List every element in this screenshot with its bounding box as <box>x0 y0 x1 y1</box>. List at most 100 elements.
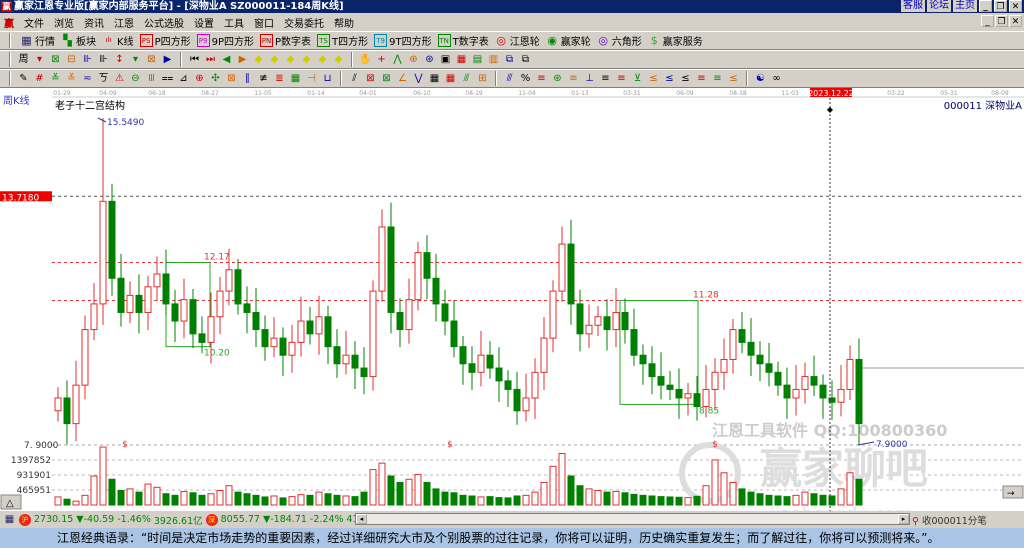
horizontal-scrollbar[interactable]: ◂ ▸ <box>355 513 910 525</box>
forum-link[interactable]: 论坛 <box>927 0 951 12</box>
tool-icon[interactable]: ▣ <box>439 53 452 66</box>
tool-icon[interactable]: ≡ <box>615 72 628 85</box>
tool-icon[interactable]: ≤ <box>727 72 740 85</box>
tool-icon[interactable]: ⊖ <box>129 72 142 85</box>
menu-item[interactable]: 浏览 <box>54 15 74 30</box>
menu-item[interactable]: 资讯 <box>84 15 104 30</box>
menu-item[interactable]: 帮助 <box>334 15 354 30</box>
kline-chart[interactable]: 01-29 04-09 06-18 08-27 11-05 01-14 04-01 06-10… <box>0 88 1024 525</box>
toolbar-button-service[interactable]: $ 赢家服务 <box>648 33 703 48</box>
tool-icon[interactable]: ⊠ <box>380 72 393 85</box>
tool-icon[interactable]: + <box>375 53 388 66</box>
chart-canvas[interactable]: 01-29 04-09 06-18 08-27 11-05 01-14 04-01 06-10… <box>0 88 1024 525</box>
child-close-button[interactable]: ✕ <box>1009 15 1022 27</box>
tool-icon[interactable]: ∠ <box>396 72 409 85</box>
toolbar-button-ps[interactable]: PS P四方形 <box>139 33 191 48</box>
toolbar-button-p9[interactable]: P9 9P四方形 <box>196 33 254 48</box>
tool-icon[interactable]: ↕ <box>113 53 126 66</box>
scroll-left-button[interactable]: ◂ <box>356 514 367 524</box>
tool-icon[interactable]: ≚ <box>49 72 62 85</box>
tool-icon[interactable]: ≂ <box>81 72 94 85</box>
menu-item[interactable]: 江恩 <box>114 15 134 30</box>
menu-item[interactable]: 设置 <box>194 15 214 30</box>
tool-icon[interactable]: ⊞ <box>476 72 489 85</box>
toolbar-button-hexagon[interactable]: ◎ 六角形 <box>597 33 641 48</box>
tool-icon[interactable]: ▦ <box>428 72 441 85</box>
tick-detail-label[interactable]: ⚲ 收000011分笔 <box>912 513 987 527</box>
tool-icon[interactable]: ⊪ <box>81 53 94 66</box>
tool-icon[interactable]: ≢ <box>257 72 270 85</box>
tool-icon[interactable]: ▶ <box>236 53 249 66</box>
tool-icon[interactable]: ▾ <box>129 53 142 66</box>
tool-icon[interactable]: ▾ <box>33 53 46 66</box>
tool-icon[interactable]: Ⅲ <box>145 72 158 85</box>
menu-item[interactable]: 文件 <box>24 15 44 30</box>
homepage-link[interactable]: 主页 <box>953 0 977 12</box>
tool-icon[interactable]: 周 <box>17 53 30 66</box>
toolbar-button-winner-wheel[interactable]: ◉ 赢家轮 <box>546 33 590 48</box>
tool-icon[interactable]: ▶ <box>161 53 174 66</box>
tool-icon[interactable]: ◆ <box>268 53 281 66</box>
toolbar-button-sector[interactable]: ▚ 板块 <box>61 33 96 48</box>
minimize-button[interactable]: _ <box>979 0 992 12</box>
tool-icon[interactable]: ≤ <box>663 72 676 85</box>
tool-icon[interactable]: ≤ <box>679 72 692 85</box>
market-icon[interactable]: ▦ <box>3 513 16 526</box>
tool-icon[interactable]: ✣ <box>209 72 222 85</box>
child-minimize-button[interactable]: _ <box>981 15 994 27</box>
tool-icon[interactable]: ✋ <box>359 53 372 66</box>
tool-icon[interactable]: ☯ <box>754 72 767 85</box>
tool-icon[interactable]: ⊕ <box>407 53 420 66</box>
tool-icon[interactable]: ⧉ <box>503 53 516 66</box>
tool-icon[interactable]: ◆ <box>300 53 313 66</box>
tool-icon[interactable]: ◆ <box>284 53 297 66</box>
tool-icon[interactable]: ⊿ <box>177 72 190 85</box>
close-button[interactable]: ✕ <box>1009 0 1022 12</box>
tool-icon[interactable]: ≚ <box>65 72 78 85</box>
tool-icon[interactable]: ⚠ <box>113 72 126 85</box>
tool-icon[interactable]: ㄎ <box>97 72 110 85</box>
tool-icon[interactable]: ⧉ <box>519 53 532 66</box>
tool-icon[interactable]: ≡ <box>599 72 612 85</box>
tool-icon[interactable]: ◆ <box>316 53 329 66</box>
toolbar-button-gann-wheel[interactable]: ◎ 江恩轮 <box>495 33 539 48</box>
toolbar-button-kline[interactable]: ılı K线 <box>102 33 134 48</box>
toolbar-button-t9[interactable]: T9 9T四方形 <box>374 33 432 48</box>
tool-icon[interactable]: ⋁ <box>412 72 425 85</box>
tool-icon[interactable]: ≣ <box>273 72 286 85</box>
tool-icon[interactable]: ✎ <box>17 72 30 85</box>
tool-icon[interactable]: ▦ <box>444 72 457 85</box>
customer-service-link[interactable]: 客服 <box>901 0 925 12</box>
tool-icon[interactable]: ⩵ <box>161 72 174 85</box>
tool-icon[interactable]: ⊪ <box>97 53 110 66</box>
app-menu-icon[interactable]: 赢 <box>4 15 14 30</box>
tool-icon[interactable]: ▤ <box>471 53 484 66</box>
tool-icon[interactable]: ⊠ <box>364 72 377 85</box>
menu-item[interactable]: 交易委托 <box>284 15 324 30</box>
menu-item[interactable]: 工具 <box>224 15 244 30</box>
tool-icon[interactable]: ⋀ <box>391 53 404 66</box>
tool-icon[interactable]: ⊥ <box>583 72 596 85</box>
tool-icon[interactable]: ⊕ <box>193 72 206 85</box>
tool-icon[interactable]: ≡ <box>535 72 548 85</box>
tool-icon[interactable]: ▦ <box>289 72 302 85</box>
tool-icon[interactable]: % <box>519 72 532 85</box>
toolbar-button-ts[interactable]: TS T四方形 <box>317 33 368 48</box>
tool-icon[interactable]: ⊟ <box>65 53 78 66</box>
tool-icon[interactable]: ◆ <box>332 53 345 66</box>
tool-icon[interactable]: ⊔ <box>321 72 334 85</box>
toolbar-button-tn[interactable]: TN T数字表 <box>437 33 489 48</box>
tool-icon[interactable]: ▥ <box>487 53 500 66</box>
tool-icon[interactable]: ◆ <box>252 53 265 66</box>
tool-icon[interactable]: ⊠ <box>49 53 62 66</box>
tool-icon[interactable]: ⫻ <box>460 72 473 85</box>
child-restore-button[interactable]: ❐ <box>995 15 1008 27</box>
tool-icon[interactable]: ≡ <box>567 72 580 85</box>
menu-item[interactable]: 窗口 <box>254 15 274 30</box>
restore-button[interactable]: ❐ <box>994 0 1007 12</box>
tool-icon[interactable]: # <box>33 72 46 85</box>
tool-icon[interactable]: ∥ <box>241 72 254 85</box>
tool-icon[interactable]: ⊠ <box>225 72 238 85</box>
tool-icon[interactable]: ⊛ <box>423 53 436 66</box>
tool-icon[interactable]: ⊠ <box>145 53 158 66</box>
